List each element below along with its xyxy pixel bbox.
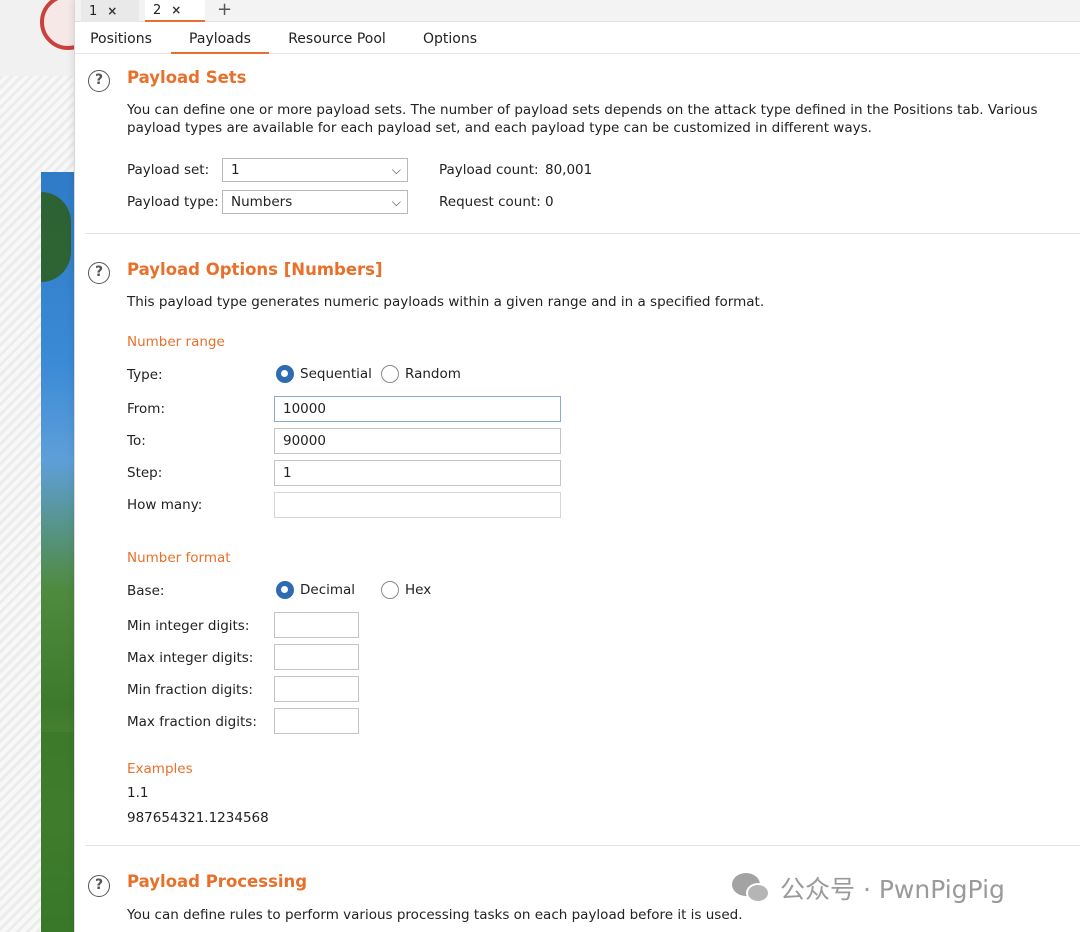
payload-count-label: Payload count:	[439, 162, 539, 178]
number-range-heading: Number range	[127, 334, 225, 350]
radio-hex[interactable]: Hex	[381, 581, 431, 599]
intruder-sub-tabs: Positions Payloads Resource Pool Options	[75, 26, 1080, 54]
request-count-label: Request count:	[439, 194, 541, 210]
max-integer-digits-input[interactable]	[274, 644, 359, 670]
radio-random-label: Random	[405, 366, 461, 382]
intruder-window: 1 × 2 × + Positions Payloads Resource Po…	[74, 0, 1080, 932]
tab-payloads[interactable]: Payloads	[171, 26, 269, 54]
request-count-value: 0	[545, 194, 554, 210]
max-fraction-digits-input[interactable]	[274, 708, 359, 734]
to-input[interactable]: 90000	[274, 428, 561, 454]
attack-tab-label: 2	[153, 2, 162, 18]
payload-sets-title: Payload Sets	[127, 68, 247, 87]
chevron-down-icon: ⌵	[391, 195, 401, 209]
radio-sequential-label: Sequential	[300, 366, 372, 382]
min-fraction-digits-label: Min fraction digits:	[127, 682, 253, 698]
payload-options-title: Payload Options [Numbers]	[127, 260, 383, 279]
background-photo	[41, 172, 74, 932]
radio-hex-label: Hex	[405, 582, 432, 598]
payload-processing-description: You can define rules to perform various …	[127, 907, 743, 923]
radio-selected-icon	[276, 581, 294, 599]
add-tab-button[interactable]: +	[217, 0, 232, 21]
watermark-text: 公众号 · PwnPigPig	[780, 875, 1005, 904]
help-icon[interactable]: ?	[88, 262, 110, 284]
wechat-watermark: 公众号 · PwnPigPig	[732, 870, 1005, 906]
payload-options-description: This payload type generates numeric payl…	[127, 294, 765, 310]
max-fraction-digits-label: Max fraction digits:	[127, 714, 257, 730]
step-input[interactable]: 1	[274, 460, 561, 486]
close-icon[interactable]: ×	[171, 3, 181, 17]
to-label: To:	[127, 433, 146, 449]
example-value: 987654321.1234568	[127, 810, 269, 826]
radio-unselected-icon	[381, 365, 399, 383]
payload-set-select[interactable]: 1 ⌵	[222, 158, 408, 182]
max-integer-digits-label: Max integer digits:	[127, 650, 254, 666]
payload-set-label: Payload set:	[127, 162, 210, 178]
background-page	[0, 0, 74, 932]
from-input[interactable]: 10000	[274, 396, 561, 422]
radio-sequential[interactable]: Sequential	[276, 365, 372, 383]
examples-heading: Examples	[127, 761, 193, 777]
radio-decimal[interactable]: Decimal	[276, 581, 355, 599]
type-label: Type:	[127, 367, 163, 383]
photo-foliage	[41, 192, 71, 282]
tab-positions[interactable]: Positions	[85, 26, 157, 54]
radio-decimal-label: Decimal	[300, 582, 356, 598]
help-icon[interactable]: ?	[88, 70, 110, 92]
payload-processing-title: Payload Processing	[127, 872, 308, 891]
close-icon[interactable]: ×	[107, 4, 117, 18]
base-label: Base:	[127, 583, 165, 599]
tab-resource-pool[interactable]: Resource Pool	[283, 26, 391, 54]
payload-set-value: 1	[231, 162, 240, 178]
min-fraction-digits-input[interactable]	[274, 676, 359, 702]
min-integer-digits-label: Min integer digits:	[127, 618, 250, 634]
attack-tab-2[interactable]: 2 ×	[145, 0, 205, 22]
section-divider	[85, 233, 1080, 234]
example-value: 1.1	[127, 785, 149, 801]
how-many-input[interactable]	[274, 492, 561, 518]
photo-trees	[41, 732, 74, 932]
min-integer-digits-input[interactable]	[274, 612, 359, 638]
payload-type-value: Numbers	[231, 194, 293, 210]
wechat-icon	[732, 871, 772, 905]
payload-type-select[interactable]: Numbers ⌵	[222, 190, 408, 214]
section-divider	[85, 845, 1080, 846]
chevron-down-icon: ⌵	[391, 163, 401, 177]
tab-options[interactable]: Options	[415, 26, 485, 54]
payload-sets-description: You can define one or more payload sets.…	[127, 102, 1038, 136]
radio-unselected-icon	[381, 581, 399, 599]
attack-tab-label: 1	[89, 3, 98, 19]
attack-tab-1[interactable]: 1 ×	[81, 0, 139, 22]
radio-selected-icon	[276, 365, 294, 383]
radio-random[interactable]: Random	[381, 365, 461, 383]
from-label: From:	[127, 401, 165, 417]
step-label: Step:	[127, 465, 163, 481]
attack-tab-bar: 1 × 2 × +	[75, 0, 1080, 22]
payload-type-label: Payload type:	[127, 194, 219, 210]
help-icon[interactable]: ?	[88, 875, 110, 897]
payload-count-value: 80,001	[545, 162, 593, 178]
how-many-label: How many:	[127, 497, 203, 513]
number-format-heading: Number format	[127, 550, 231, 566]
